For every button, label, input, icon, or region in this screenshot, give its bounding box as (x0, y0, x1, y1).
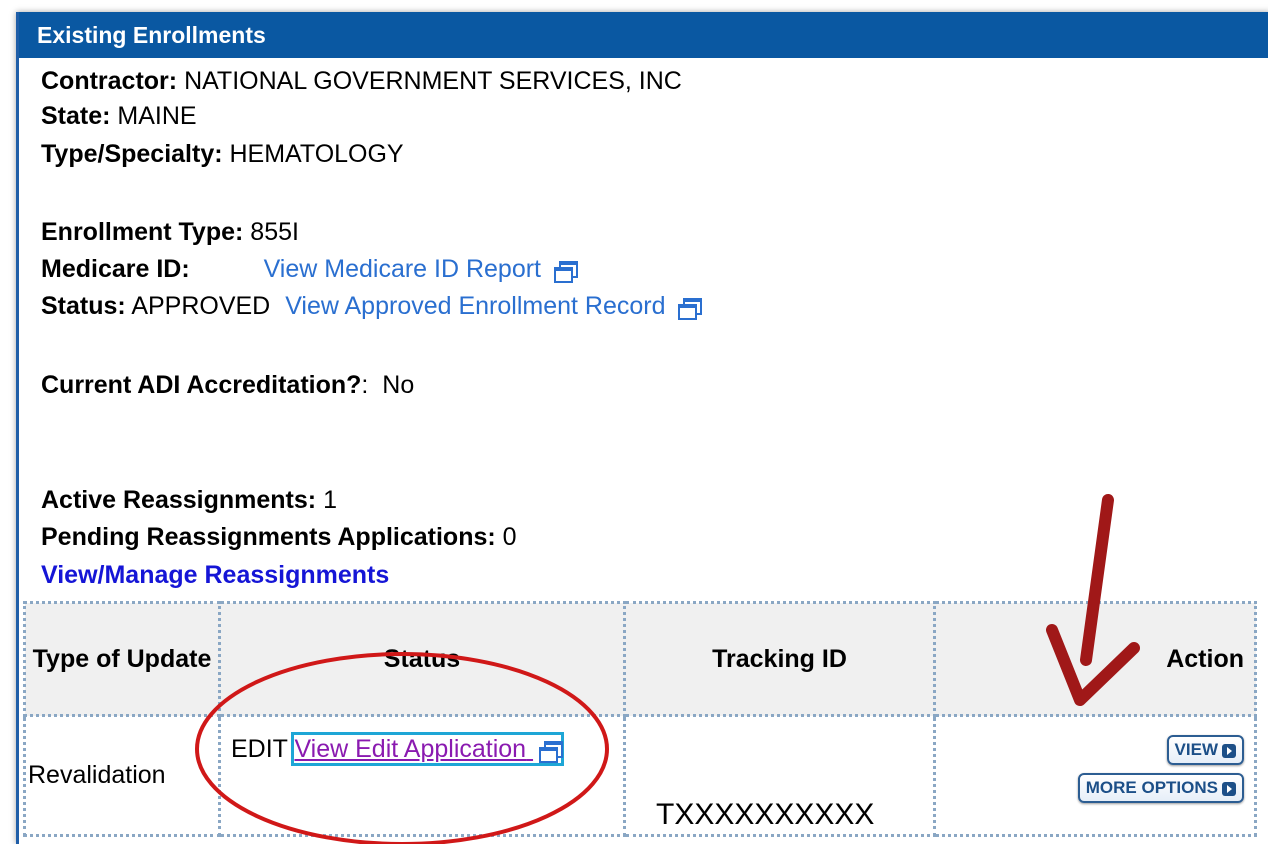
status-line: Status: APPROVED View Approved Enrollmen… (41, 291, 703, 321)
enrollment-type-value: 855I (250, 218, 299, 246)
table-row: Revalidation EDIT View Edit Application … (23, 714, 1257, 837)
specialty-label: Type/Specialty: (41, 140, 223, 168)
adi-value: No (382, 371, 415, 399)
view-button[interactable]: VIEW (1166, 735, 1244, 765)
status-label: Status: (41, 292, 126, 320)
manage-reassignments-line: View/Manage Reassignments (41, 560, 389, 590)
pending-reassignments-value: 0 (502, 523, 517, 551)
pending-reassignments-line: Pending Reassignments Applications: 0 (41, 522, 517, 552)
specialty-value: HEMATOLOGY (229, 140, 404, 168)
medicare-id-line: Medicare ID: View Medicare ID Report (41, 254, 578, 284)
col-header-type: Type of Update (23, 601, 221, 717)
contractor-line: Contractor: NATIONAL GOVERNMENT SERVICES… (41, 66, 682, 96)
external-window-icon (539, 741, 564, 764)
active-reassignments-label: Active Reassignments: (41, 486, 317, 514)
specialty-line: Type/Specialty: HEMATOLOGY (41, 139, 404, 169)
tracking-id-cell: TXXXXXXXXXX (623, 714, 936, 837)
view-edit-application-link[interactable]: View Edit Application (291, 732, 565, 766)
col-header-action: Action (933, 601, 1257, 717)
view-medicare-id-report-link[interactable]: View Medicare ID Report (264, 255, 541, 283)
external-window-icon (678, 298, 703, 321)
state-line: State: MAINE (41, 101, 197, 131)
state-label: State: (41, 102, 111, 130)
action-cell: VIEW MORE OPTIONS (933, 714, 1257, 837)
status-value: EDIT (231, 735, 288, 763)
adi-label: Current ADI Accreditation? (41, 371, 362, 399)
contractor-value: NATIONAL GOVERNMENT SERVICES, INC (184, 67, 682, 95)
existing-enrollments-panel: Existing Enrollments Contractor: NATIONA… (16, 12, 1268, 844)
arrow-right-icon (1222, 781, 1236, 796)
adi-line: Current ADI Accreditation?: No (41, 371, 415, 399)
panel-header: Existing Enrollments (19, 12, 1268, 58)
enrollment-type-line: Enrollment Type: 855I (41, 217, 299, 247)
enrollment-type-label: Enrollment Type: (41, 218, 244, 246)
col-header-tracking: Tracking ID (623, 601, 936, 717)
medicare-id-label: Medicare ID: (41, 255, 190, 283)
table-header-row: Type of Update Status Tracking ID Action (23, 601, 1257, 717)
active-reassignments-line: Active Reassignments: 1 (41, 485, 337, 515)
view-approved-enrollment-link[interactable]: View Approved Enrollment Record (285, 292, 665, 320)
status-value: APPROVED (131, 292, 271, 320)
updates-table: Type of Update Status Tracking ID Action… (23, 601, 1257, 837)
col-header-status: Status (218, 601, 626, 717)
active-reassignments-value: 1 (323, 486, 337, 514)
contractor-label: Contractor: (41, 67, 178, 95)
status-cell: EDIT View Edit Application (218, 714, 626, 837)
more-options-button[interactable]: MORE OPTIONS (1077, 773, 1244, 803)
type-cell: Revalidation (23, 714, 221, 837)
external-window-icon (553, 261, 578, 284)
state-value: MAINE (117, 102, 197, 130)
view-manage-reassignments-link[interactable]: View/Manage Reassignments (41, 561, 389, 589)
arrow-right-icon (1222, 743, 1236, 758)
pending-reassignments-label: Pending Reassignments Applications: (41, 523, 496, 551)
